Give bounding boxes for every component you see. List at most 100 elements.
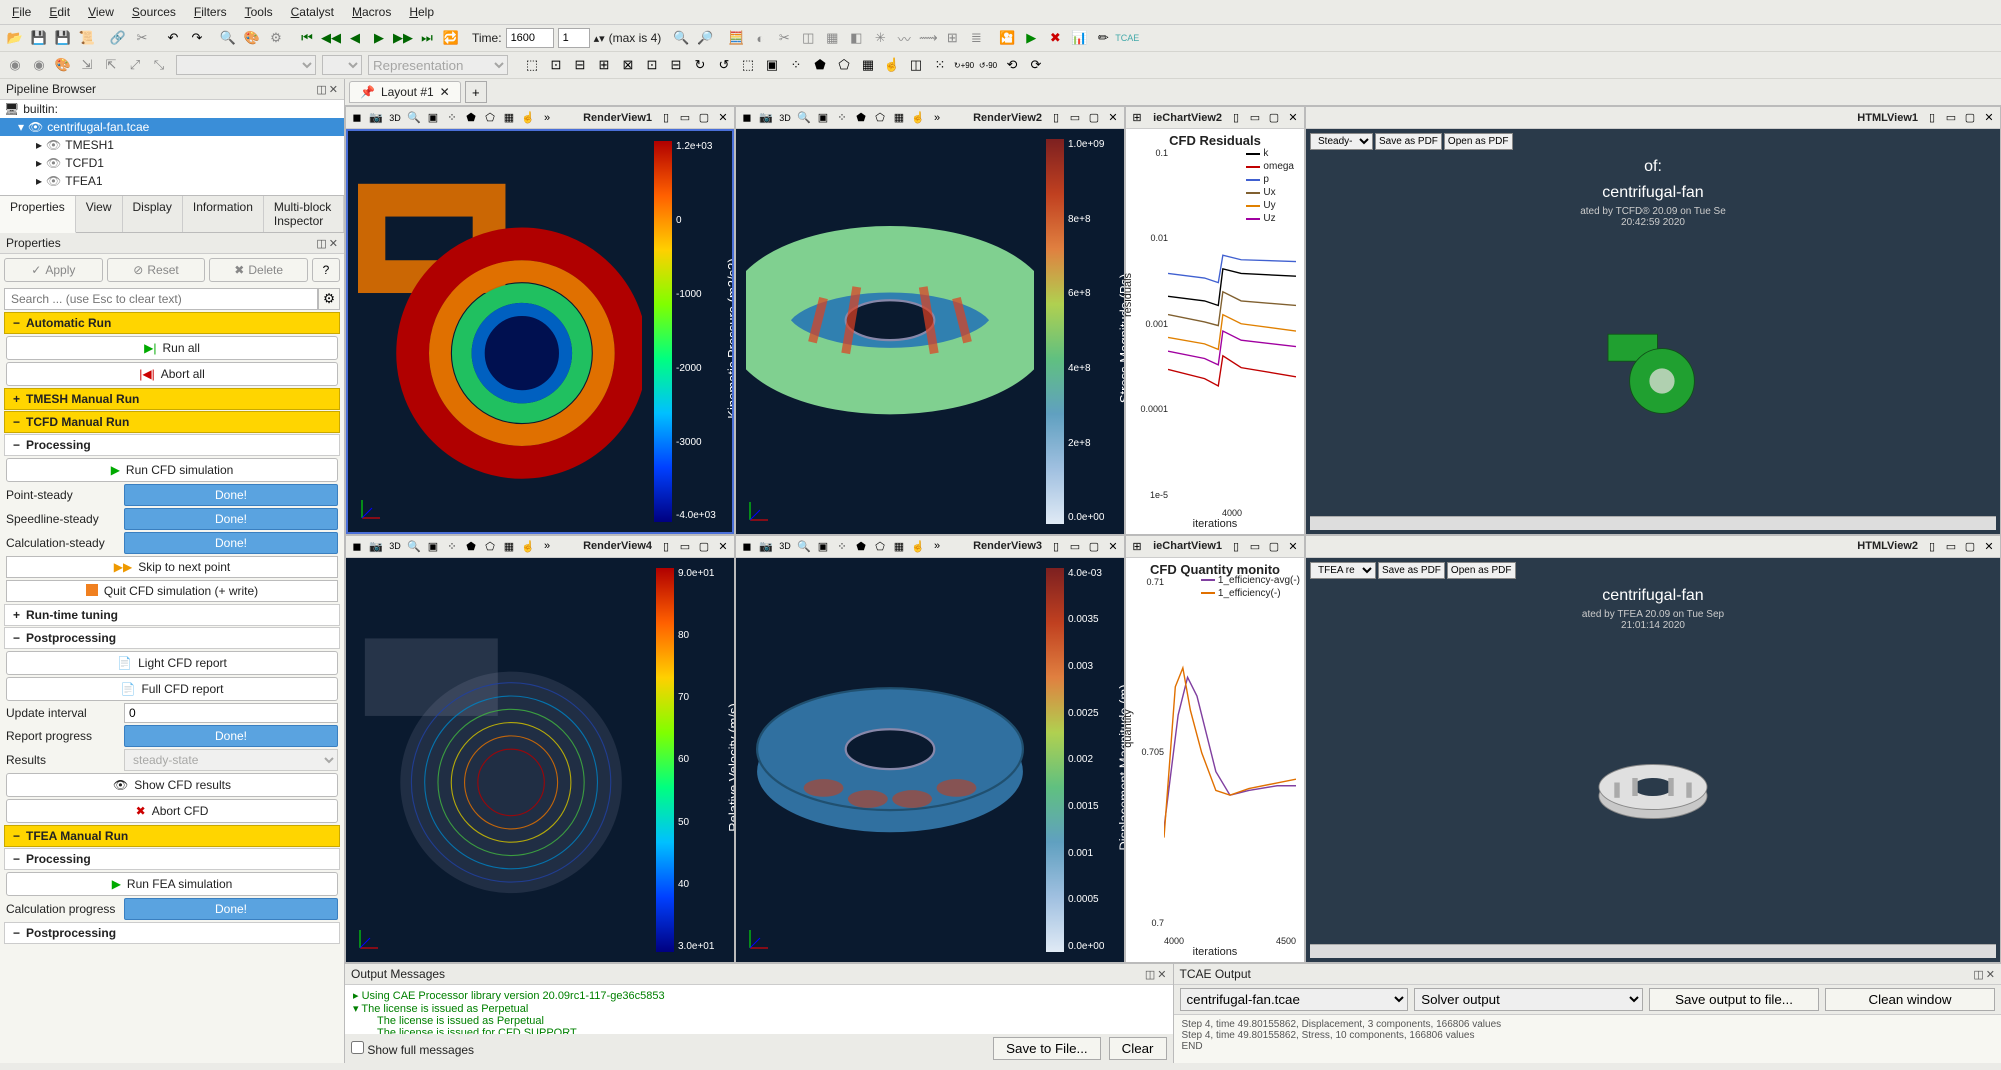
close-view-icon[interactable]: ✕ <box>1104 537 1122 555</box>
reset-button[interactable]: ⊘Reset <box>107 258 206 282</box>
scrollbar-x[interactable] <box>1310 944 1996 958</box>
rescale-custom-icon[interactable]: ⇱ <box>100 54 122 76</box>
tab-properties[interactable]: Properties <box>0 196 76 233</box>
apply-camera-icon[interactable]: ⟳ <box>1025 54 1047 76</box>
rescale-temp-icon[interactable]: ⤡ <box>148 54 170 76</box>
rv-3d-icon[interactable]: 3D <box>386 537 404 555</box>
zoom-box-icon[interactable]: ⬚ <box>737 54 759 76</box>
point-steady-status[interactable]: Done! <box>124 484 338 506</box>
warp-icon[interactable]: ⟿ <box>917 27 939 49</box>
open-pdf-button[interactable]: Open as PDF <box>1444 133 1513 150</box>
add-layout-button[interactable]: + <box>465 81 487 103</box>
split-h-icon[interactable]: ▯ <box>1227 109 1245 127</box>
hover-points-icon[interactable]: ⁙ <box>929 54 951 76</box>
split-h-icon[interactable]: ▯ <box>657 109 675 127</box>
detach-icon[interactable]: ◫ <box>1973 968 1983 981</box>
rv-3d-icon[interactable]: 3D <box>386 109 404 127</box>
maximize-icon[interactable]: ▢ <box>695 537 713 555</box>
report-icon[interactable]: 📊 <box>1068 27 1090 49</box>
menu-sources[interactable]: Sources <box>124 2 184 22</box>
maximize-icon[interactable]: ▢ <box>1085 537 1103 555</box>
tree-tcfd[interactable]: TCFD1 <box>65 156 104 170</box>
zoom-data-icon[interactable]: 🔍 <box>670 27 692 49</box>
tab-multiblock[interactable]: Multi-block Inspector <box>264 196 344 232</box>
quantity-chart[interactable]: CFD Quantity monito 1_efficiency-avg(-) … <box>1126 558 1304 963</box>
rv-bg-icon[interactable]: ◼ <box>348 537 366 555</box>
level-icon[interactable]: ≣ <box>965 27 987 49</box>
rv-sel5-icon[interactable]: ▦ <box>500 537 518 555</box>
split-h-icon[interactable]: ▯ <box>1227 537 1245 555</box>
view-ny-icon[interactable]: ⊠ <box>617 54 639 76</box>
rv-sel4-icon[interactable]: ⬠ <box>481 109 499 127</box>
rv-more-icon[interactable]: » <box>928 537 946 555</box>
expand-icon[interactable]: ▸ <box>36 156 42 170</box>
rv-sel6-icon[interactable]: ☝ <box>909 109 927 127</box>
clear-button[interactable]: Clear <box>1109 1037 1167 1060</box>
section-tcfd[interactable]: −TCFD Manual Run <box>4 411 340 433</box>
residuals-chart[interactable]: CFD Residuals k omega p Ux Uy Uz residua… <box>1126 129 1304 534</box>
maximize-icon[interactable]: ▢ <box>1961 109 1979 127</box>
report-progress-status[interactable]: Done! <box>124 725 338 747</box>
renderview4[interactable]: 9.0e+01 80 70 60 50 40 3.0e+01 Relative … <box>346 558 734 963</box>
menu-file[interactable]: File <box>4 2 39 22</box>
rot90cw-label-icon[interactable]: ↻+90 <box>953 54 975 76</box>
color-by-2-icon[interactable]: ◉ <box>28 54 50 76</box>
next-frame-icon[interactable]: ▶▶ <box>392 27 414 49</box>
close-view-icon[interactable]: ✕ <box>1980 537 1998 555</box>
open-icon[interactable]: 📂 <box>4 27 26 49</box>
component-select[interactable] <box>322 55 362 75</box>
rv-sel2-icon[interactable]: ⁘ <box>833 537 851 555</box>
split-v-icon[interactable]: ▭ <box>1246 109 1264 127</box>
rv-sel5-icon[interactable]: ▦ <box>890 537 908 555</box>
split-h-icon[interactable]: ▯ <box>1047 109 1065 127</box>
split-v-icon[interactable]: ▭ <box>1942 109 1960 127</box>
rv-zoom-icon[interactable]: 🔍 <box>795 109 813 127</box>
select-block-icon[interactable]: ▦ <box>857 54 879 76</box>
expand-icon[interactable]: ▾ <box>18 120 24 134</box>
disconnect-icon[interactable]: ✂ <box>131 27 153 49</box>
rv-bg-icon[interactable]: ◼ <box>738 537 756 555</box>
tab-information[interactable]: Information <box>183 196 264 232</box>
results-select[interactable]: steady-state <box>124 749 338 771</box>
clean-window-button[interactable]: Clean window <box>1825 988 1995 1011</box>
split-v-icon[interactable]: ▭ <box>1246 537 1264 555</box>
menu-view[interactable]: View <box>80 2 122 22</box>
htmlview2[interactable]: TFEA re Save as PDF Open as PDF centrifu… <box>1306 558 2000 963</box>
rv-sel2-icon[interactable]: ⁘ <box>443 537 461 555</box>
save-data-icon[interactable]: 💾 <box>52 27 74 49</box>
extract-icon[interactable]: ◧ <box>845 27 867 49</box>
rv-sel1-icon[interactable]: ▣ <box>424 109 442 127</box>
section-post[interactable]: −Postprocessing <box>4 627 340 649</box>
eye-icon[interactable]: 👁 <box>46 174 61 188</box>
pipeline-file[interactable]: centrifugal-fan.tcae <box>47 120 149 134</box>
rv-more-icon[interactable]: » <box>928 109 946 127</box>
view-pz-icon[interactable]: ⊡ <box>641 54 663 76</box>
abort-all-button[interactable]: |◀|Abort all <box>6 362 338 386</box>
delete-button[interactable]: ✖Delete <box>209 258 308 282</box>
menu-macros[interactable]: Macros <box>344 2 399 22</box>
threshold-icon[interactable]: ▦ <box>821 27 843 49</box>
section-processing[interactable]: −Processing <box>4 434 340 456</box>
split-h-icon[interactable]: ▯ <box>1047 537 1065 555</box>
speedline-status[interactable]: Done! <box>124 508 338 530</box>
connect-icon[interactable]: 🔗 <box>107 27 129 49</box>
full-report-button[interactable]: 📄Full CFD report <box>6 677 338 701</box>
maximize-icon[interactable]: ▢ <box>1265 537 1283 555</box>
first-frame-icon[interactable]: ⏮ <box>296 27 318 49</box>
rv-more-icon[interactable]: » <box>538 109 556 127</box>
close-panel-icon[interactable]: ✕ <box>329 237 338 250</box>
reset-camera-icon[interactable]: ⟲ <box>1001 54 1023 76</box>
time-input[interactable] <box>506 28 554 48</box>
save-output-button[interactable]: Save output to file... <box>1649 988 1819 1011</box>
section-runtime[interactable]: +Run-time tuning <box>4 604 340 626</box>
rv-3d-icon[interactable]: 3D <box>776 537 794 555</box>
section-auto-run[interactable]: −Automatic Run <box>4 312 340 334</box>
pipeline-tree[interactable]: 🖥builtin: ▾👁centrifugal-fan.tcae ▸👁TMESH… <box>0 100 344 196</box>
tcae-file-select[interactable]: centrifugal-fan.tcae <box>1180 988 1409 1011</box>
tab-view[interactable]: View <box>76 196 123 232</box>
maximize-icon[interactable]: ▢ <box>1085 109 1103 127</box>
rv-cam-icon[interactable]: 📷 <box>757 537 775 555</box>
rv-sel6-icon[interactable]: ☝ <box>909 537 927 555</box>
find-data-icon[interactable]: 🔍 <box>217 27 239 49</box>
split-v-icon[interactable]: ▭ <box>1066 537 1084 555</box>
